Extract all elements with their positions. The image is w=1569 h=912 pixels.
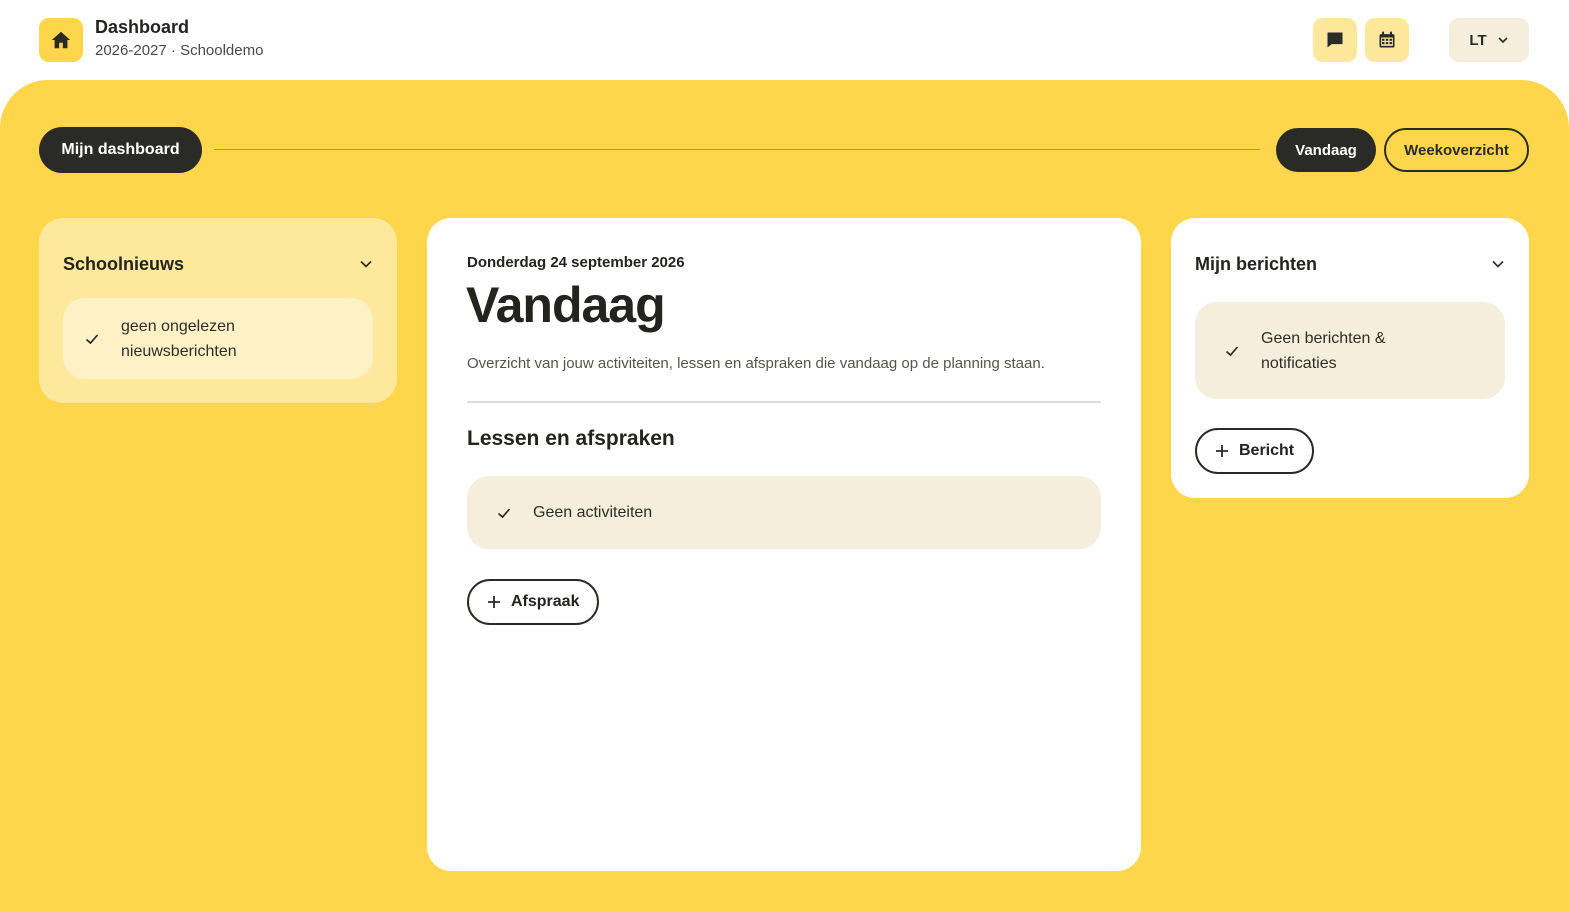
add-message-label: Bericht [1239, 442, 1295, 459]
view-toggle-vandaag[interactable]: Vandaag [1276, 128, 1376, 172]
today-title: Vandaag [466, 277, 666, 333]
home-button[interactable] [39, 18, 83, 62]
user-menu-button[interactable]: LT [1449, 18, 1529, 62]
tab-mijn-dashboard[interactable]: Mijn dashboard [39, 127, 202, 173]
messages-button[interactable] [1313, 18, 1357, 62]
check-icon [85, 333, 99, 344]
plus-icon [1216, 445, 1228, 457]
main-area: Mijn dashboard Vandaag Weekoverzicht Sch… [0, 80, 1569, 912]
top-bar: Dashboard 2026-2027 · Schooldemo LT [0, 0, 1569, 80]
activities-empty-text: Geen activiteiten [533, 504, 653, 521]
messages-empty-state: Geen berichten & notificaties [1195, 302, 1505, 399]
plus-icon [488, 596, 500, 608]
chevron-down-icon[interactable] [1491, 257, 1505, 271]
chevron-down-icon[interactable] [359, 257, 373, 271]
calendar-icon [1379, 31, 1395, 48]
chevron-down-icon [1498, 37, 1508, 44]
news-empty-text: geen ongelezen nieuwsberichten [121, 317, 237, 360]
today-date: Donderdag 24 september 2026 [467, 254, 685, 271]
user-initials: LT [1469, 31, 1487, 49]
school-news-heading: Schoolnieuws [63, 254, 185, 274]
check-icon [497, 507, 511, 518]
news-empty-state: geen ongelezen nieuwsberichten [63, 298, 373, 379]
add-appointment-label: Afspraak [511, 593, 580, 610]
check-icon [1225, 345, 1239, 356]
view-toggle-weekoverzicht[interactable]: Weekoverzicht [1384, 128, 1529, 172]
page-subtitle: 2026-2027 · Schooldemo [95, 42, 264, 59]
home-icon [51, 31, 71, 49]
today-description: Overzicht van jouw activiteiten, lessen … [467, 355, 1045, 372]
activities-empty-state: Geen activiteiten [467, 476, 1101, 549]
school-news-card: Schoolnieuws geen ongelezen nieuwsberich… [39, 218, 397, 403]
today-divider [467, 401, 1101, 403]
messages-heading: Mijn berichten [1195, 254, 1318, 274]
nav-divider [214, 149, 1260, 150]
lessons-section-title: Lessen en afspraken [467, 427, 675, 450]
messages-card: Mijn berichten Geen berichten & notifica… [1171, 218, 1529, 498]
calendar-button[interactable] [1365, 18, 1409, 62]
messages-empty-text: Geen berichten & notificaties [1261, 329, 1386, 372]
add-appointment-button[interactable]: Afspraak [467, 579, 600, 625]
today-card: Donderdag 24 september 2026 Vandaag Over… [427, 218, 1141, 871]
chat-icon [1327, 32, 1343, 48]
page-title-block: Dashboard 2026-2027 · Schooldemo [95, 16, 263, 62]
page-title: Dashboard [95, 17, 190, 37]
add-message-button[interactable]: Bericht [1195, 428, 1315, 474]
